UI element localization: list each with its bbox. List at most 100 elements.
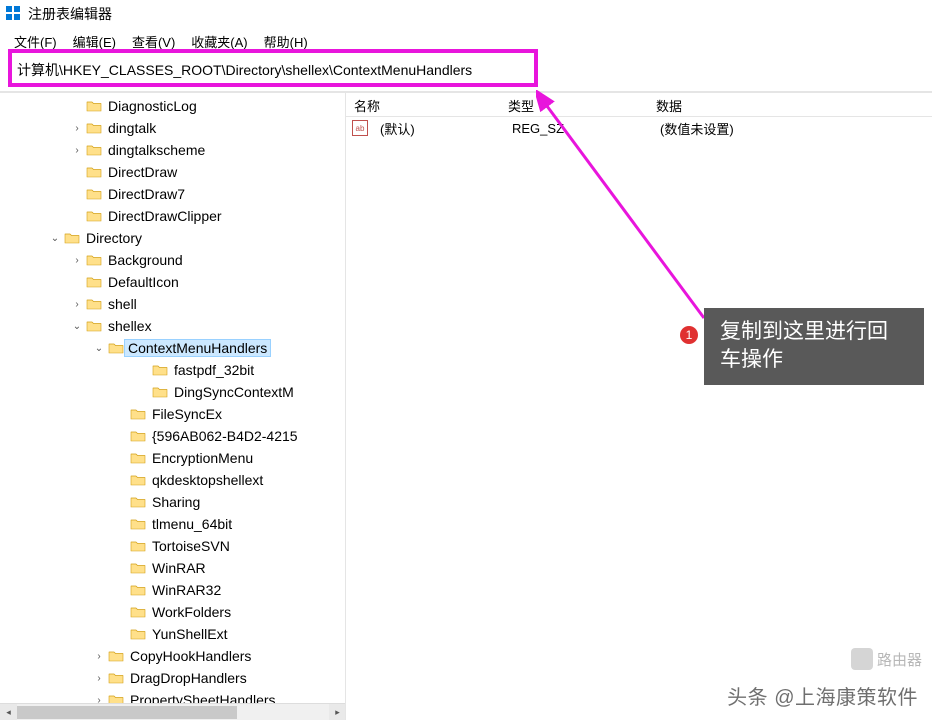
tree-item-label: DirectDraw xyxy=(106,164,179,180)
annotation-badge: 1 xyxy=(680,326,698,344)
tree-item-label: dingtalk xyxy=(106,120,158,136)
chevron-right-icon[interactable]: › xyxy=(92,649,106,663)
folder-icon xyxy=(152,363,168,377)
chevron-down-icon[interactable]: ⌄ xyxy=(48,231,62,245)
tree-item-label: CopyHookHandlers xyxy=(128,648,253,664)
watermark-router: 路由器 xyxy=(851,648,922,670)
folder-icon xyxy=(86,165,102,179)
tree-item[interactable]: › CopyHookHandlers xyxy=(0,645,346,667)
tree-panel[interactable]: DiagnosticLog › dingtalk ›dingtalkscheme Dir… xyxy=(0,93,346,720)
values-header[interactable]: 名称 类型 数据 xyxy=(346,93,932,117)
tree-item[interactable]: DirectDraw7 xyxy=(0,183,346,205)
chevron-right-icon[interactable]: › xyxy=(92,671,106,685)
folder-icon xyxy=(64,231,80,245)
folder-icon xyxy=(130,429,146,443)
expander-placeholder xyxy=(136,385,150,399)
watermark-router-text: 路由器 xyxy=(877,649,922,670)
tree-item-label: DirectDraw7 xyxy=(106,186,187,202)
menu-help[interactable]: 帮助(H) xyxy=(258,30,314,53)
tree-item-label: tlmenu_64bit xyxy=(150,516,234,532)
tree-item[interactable]: DefaultIcon xyxy=(0,271,346,293)
tree-item[interactable]: FileSyncEx xyxy=(0,403,346,425)
tree-item-label: Directory xyxy=(84,230,144,246)
tree-item[interactable]: DirectDrawClipper xyxy=(0,205,346,227)
tree-item[interactable]: ⌄ Directory xyxy=(0,227,346,249)
address-input[interactable] xyxy=(12,59,924,81)
expander-placeholder xyxy=(70,165,84,179)
column-name[interactable]: 名称 xyxy=(346,93,500,116)
expander-placeholder xyxy=(114,605,128,619)
tree-item[interactable]: ›shell xyxy=(0,293,346,315)
scroll-track[interactable] xyxy=(17,704,329,720)
window-title: 注册表编辑器 xyxy=(28,4,112,24)
tree-item[interactable]: › dingtalk xyxy=(0,117,346,139)
address-bar xyxy=(0,57,932,89)
tree-item[interactable]: YunShellExt xyxy=(0,623,346,645)
folder-icon xyxy=(130,451,146,465)
tree-item[interactable]: qkdesktopshellext xyxy=(0,469,346,491)
expander-placeholder xyxy=(136,363,150,377)
expander-placeholder xyxy=(114,517,128,531)
tree-item-label: DingSyncContextM xyxy=(172,384,296,400)
tree-item[interactable]: TortoiseSVN xyxy=(0,535,346,557)
menu-view[interactable]: 查看(V) xyxy=(126,30,181,53)
menu-file[interactable]: 文件(F) xyxy=(8,30,63,53)
tree-item[interactable]: ⌄ ContextMenuHandlers xyxy=(0,337,346,359)
folder-icon xyxy=(130,473,146,487)
scroll-left-button[interactable]: ◂ xyxy=(0,704,17,721)
app-icon xyxy=(6,6,22,22)
chevron-right-icon[interactable]: › xyxy=(70,121,84,135)
expander-placeholder xyxy=(70,187,84,201)
value-name: (默认) xyxy=(372,119,504,138)
tree-item[interactable]: ›dingtalkscheme xyxy=(0,139,346,161)
expander-placeholder xyxy=(114,495,128,509)
scroll-thumb[interactable] xyxy=(17,706,237,719)
string-value-icon: ab xyxy=(352,120,368,136)
tree-item[interactable]: WinRAR xyxy=(0,557,346,579)
tree-item[interactable]: {596AB062-B4D2-4215 xyxy=(0,425,346,447)
tree-item-label: WinRAR32 xyxy=(150,582,223,598)
value-row[interactable]: ab(默认)REG_SZ(数值未设置) xyxy=(346,117,932,139)
tree-item[interactable]: WorkFolders xyxy=(0,601,346,623)
tree-item[interactable]: EncryptionMenu xyxy=(0,447,346,469)
tree-item-label: TortoiseSVN xyxy=(150,538,232,554)
tree-item-label: DefaultIcon xyxy=(106,274,181,290)
tree-item-label: qkdesktopshellext xyxy=(150,472,265,488)
value-data: (数值未设置) xyxy=(652,119,932,138)
menu-edit[interactable]: 编辑(E) xyxy=(67,30,122,53)
menu-favorites[interactable]: 收藏夹(A) xyxy=(185,30,253,53)
tree-item[interactable]: › Background xyxy=(0,249,346,271)
tree-item[interactable]: WinRAR32 xyxy=(0,579,346,601)
tree-item[interactable]: DingSyncContextM xyxy=(0,381,346,403)
chevron-down-icon[interactable]: ⌄ xyxy=(70,319,84,333)
tree-item[interactable]: ›DragDropHandlers xyxy=(0,667,346,689)
chevron-right-icon[interactable]: › xyxy=(70,297,84,311)
horizontal-scrollbar[interactable]: ◂ ▸ xyxy=(0,703,346,720)
chevron-right-icon[interactable]: › xyxy=(70,253,84,267)
tree-item[interactable]: ⌄ shellex xyxy=(0,315,346,337)
value-type: REG_SZ xyxy=(504,121,652,136)
watermark-logo-icon xyxy=(851,648,873,670)
tree-item[interactable]: fastpdf_32bit xyxy=(0,359,346,381)
expander-placeholder xyxy=(114,429,128,443)
tree-item-label: ContextMenuHandlers xyxy=(124,339,271,357)
tree-item-label: shellex xyxy=(106,318,154,334)
tree-item[interactable]: DiagnosticLog xyxy=(0,95,346,117)
tree-item[interactable]: DirectDraw xyxy=(0,161,346,183)
chevron-right-icon[interactable]: › xyxy=(70,143,84,157)
column-data[interactable]: 数据 xyxy=(648,93,932,116)
tree-item[interactable]: Sharing xyxy=(0,491,346,513)
tree-item-label: YunShellExt xyxy=(150,626,230,642)
folder-icon xyxy=(86,99,102,113)
scroll-right-button[interactable]: ▸ xyxy=(329,704,346,721)
expander-placeholder xyxy=(114,583,128,597)
tree-item-label: fastpdf_32bit xyxy=(172,362,256,378)
column-type[interactable]: 类型 xyxy=(500,93,648,116)
chevron-down-icon[interactable]: ⌄ xyxy=(92,341,106,355)
folder-icon xyxy=(130,539,146,553)
folder-icon xyxy=(86,187,102,201)
tree-item[interactable]: tlmenu_64bit xyxy=(0,513,346,535)
tree-item-label: Background xyxy=(106,252,185,268)
tree-item-label: EncryptionMenu xyxy=(150,450,255,466)
folder-icon xyxy=(86,253,102,267)
